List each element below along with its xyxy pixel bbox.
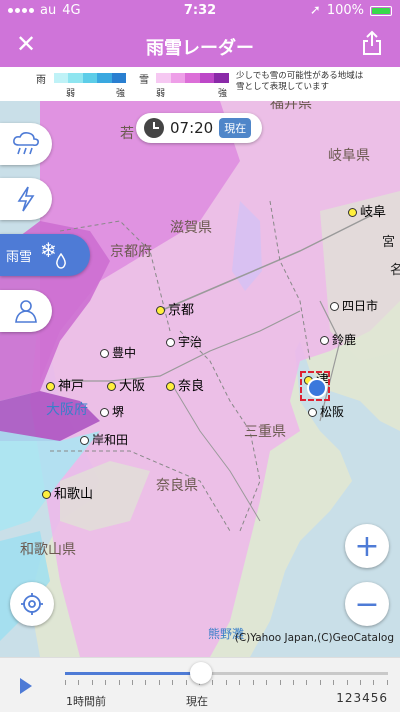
nav-bar: ✕ 雨雪レーダー <box>0 22 400 67</box>
rain-swatch <box>97 73 112 83</box>
now-badge: 現在 <box>219 118 252 138</box>
rain-swatch <box>68 73 83 83</box>
region-wakasa: 若 <box>120 126 134 142</box>
current-location-marker <box>300 371 330 401</box>
rain-strong: 強 <box>116 89 126 99</box>
snow-label: 雪 <box>139 75 149 86</box>
region-kyotofu: 京都府 <box>110 244 152 260</box>
region-wakayama: 和歌山県 <box>20 542 76 558</box>
zoom-out-button[interactable]: − <box>345 582 389 626</box>
legend-note-line1: 少しでも雪の可能性がある地域は <box>236 71 364 81</box>
snow-swatch <box>156 73 171 83</box>
place-label: 豊中 <box>112 346 137 360</box>
region-miya: 宮 <box>382 235 396 250</box>
place-suzuka[interactable]: 鈴鹿 <box>320 331 356 348</box>
rain-swatch <box>82 73 98 83</box>
legend: 雨 弱 強 雪 弱 強 少しでも雪の可能性がある地域は 雪として表現しています <box>0 67 400 102</box>
page-title: 雨雪レーダー <box>146 38 254 59</box>
time-value: 07:20 <box>170 119 214 137</box>
lightning-icon <box>17 186 35 212</box>
lightning-button[interactable] <box>0 178 52 220</box>
place-label: 四日市 <box>342 299 379 313</box>
place-kobe[interactable]: 神戸 <box>46 375 84 394</box>
share-icon[interactable] <box>360 30 384 56</box>
locate-button[interactable] <box>10 582 54 626</box>
place-uji[interactable]: 宇治 <box>166 333 202 350</box>
timeline-bar: 1時間前 現在 123456 <box>0 657 400 712</box>
legend-note-line2: 雪として表現しています <box>236 82 329 92</box>
map-copyright: (C)Yahoo Japan,(C)GeoCatalog <box>234 632 394 644</box>
radar-map[interactable]: 福井県 岐阜県 若 滋賀県 京都府 大阪府 三重県 奈良県 和歌山県 熊野灘 宮… <box>0 101 400 657</box>
rain-snow-label: 雨雪 <box>6 249 33 265</box>
timeline-progress <box>65 672 201 675</box>
status-bar: au 4G 7:32 ➚ 100% <box>0 0 400 22</box>
place-yokkaichi[interactable]: 四日市 <box>330 297 378 314</box>
place-wakayama[interactable]: 和歌山 <box>42 483 93 502</box>
snow-swatch <box>199 73 215 83</box>
snow-swatch <box>170 73 186 83</box>
snow-cover-button[interactable] <box>0 290 52 332</box>
place-gifu[interactable]: 岐阜 <box>348 201 386 220</box>
rain-snow-button[interactable]: 雨雪 ❄ <box>0 234 90 276</box>
time-indicator: 07:20 現在 <box>136 113 262 143</box>
battery-icon <box>370 5 392 16</box>
page-indicator[interactable]: 123456 <box>336 691 388 705</box>
region-gifu: 岐阜県 <box>328 148 370 164</box>
rain-swatch <box>54 73 69 83</box>
place-toyonaka[interactable]: 豊中 <box>100 344 136 361</box>
rain-scale <box>54 73 127 83</box>
timeline-label-1h: 1時間前 <box>66 695 106 708</box>
place-nara[interactable]: 奈良 <box>166 375 204 394</box>
snow-scale <box>156 73 229 83</box>
place-label: 岐阜 <box>360 205 387 220</box>
rain-label: 雨 <box>36 75 46 86</box>
rain-cloud-button[interactable] <box>0 123 52 165</box>
timeline-label-now: 現在 <box>186 695 208 708</box>
current-location-dot <box>307 378 327 398</box>
place-kyoto[interactable]: 京都 <box>156 299 194 318</box>
place-osaka[interactable]: 大阪 <box>107 375 145 394</box>
place-label: 岸和田 <box>92 433 129 447</box>
timeline-ticks <box>65 680 388 686</box>
snow-swatch <box>214 73 229 83</box>
region-cut-label: 名 <box>390 263 400 278</box>
play-button[interactable] <box>20 678 32 694</box>
crosshair-icon <box>21 593 43 615</box>
region-mie: 三重県 <box>244 424 286 440</box>
region-osakafu: 大阪府 <box>46 402 88 418</box>
raindrop-icon <box>55 253 66 269</box>
rain-cloud-icon <box>13 132 39 155</box>
rain-weak: 弱 <box>66 89 76 99</box>
rain-swatch <box>111 73 127 83</box>
region-nara: 奈良県 <box>156 478 198 494</box>
place-label: 神戸 <box>58 379 85 394</box>
region-fukui: 福井県 <box>270 101 312 112</box>
place-matsusaka[interactable]: 松阪 <box>308 403 344 420</box>
battery-percent: 100% <box>326 3 364 18</box>
snow-weak: 弱 <box>156 89 166 99</box>
place-label: 堺 <box>112 405 125 419</box>
place-sakai[interactable]: 堺 <box>100 403 124 420</box>
place-label: 和歌山 <box>54 487 94 502</box>
place-label: 松阪 <box>320 405 345 419</box>
timeline-thumb[interactable] <box>189 662 212 684</box>
zoom-in-button[interactable]: + <box>345 524 389 568</box>
location-arrow-icon: ➚ <box>309 3 321 18</box>
snowman-icon <box>15 300 37 323</box>
place-label: 京都 <box>168 303 195 318</box>
place-label: 大阪 <box>119 379 146 394</box>
snow-strong: 強 <box>218 89 228 99</box>
snow-swatch <box>185 73 200 83</box>
place-kishiwada[interactable]: 岸和田 <box>80 431 128 448</box>
legend-note: 少しでも雪の可能性がある地域は 雪として表現しています <box>236 71 363 93</box>
place-label: 鈴鹿 <box>332 333 357 347</box>
clock-icon <box>144 118 164 138</box>
region-shiga: 滋賀県 <box>170 220 212 236</box>
place-label: 宇治 <box>178 335 203 349</box>
place-label: 奈良 <box>178 379 205 394</box>
